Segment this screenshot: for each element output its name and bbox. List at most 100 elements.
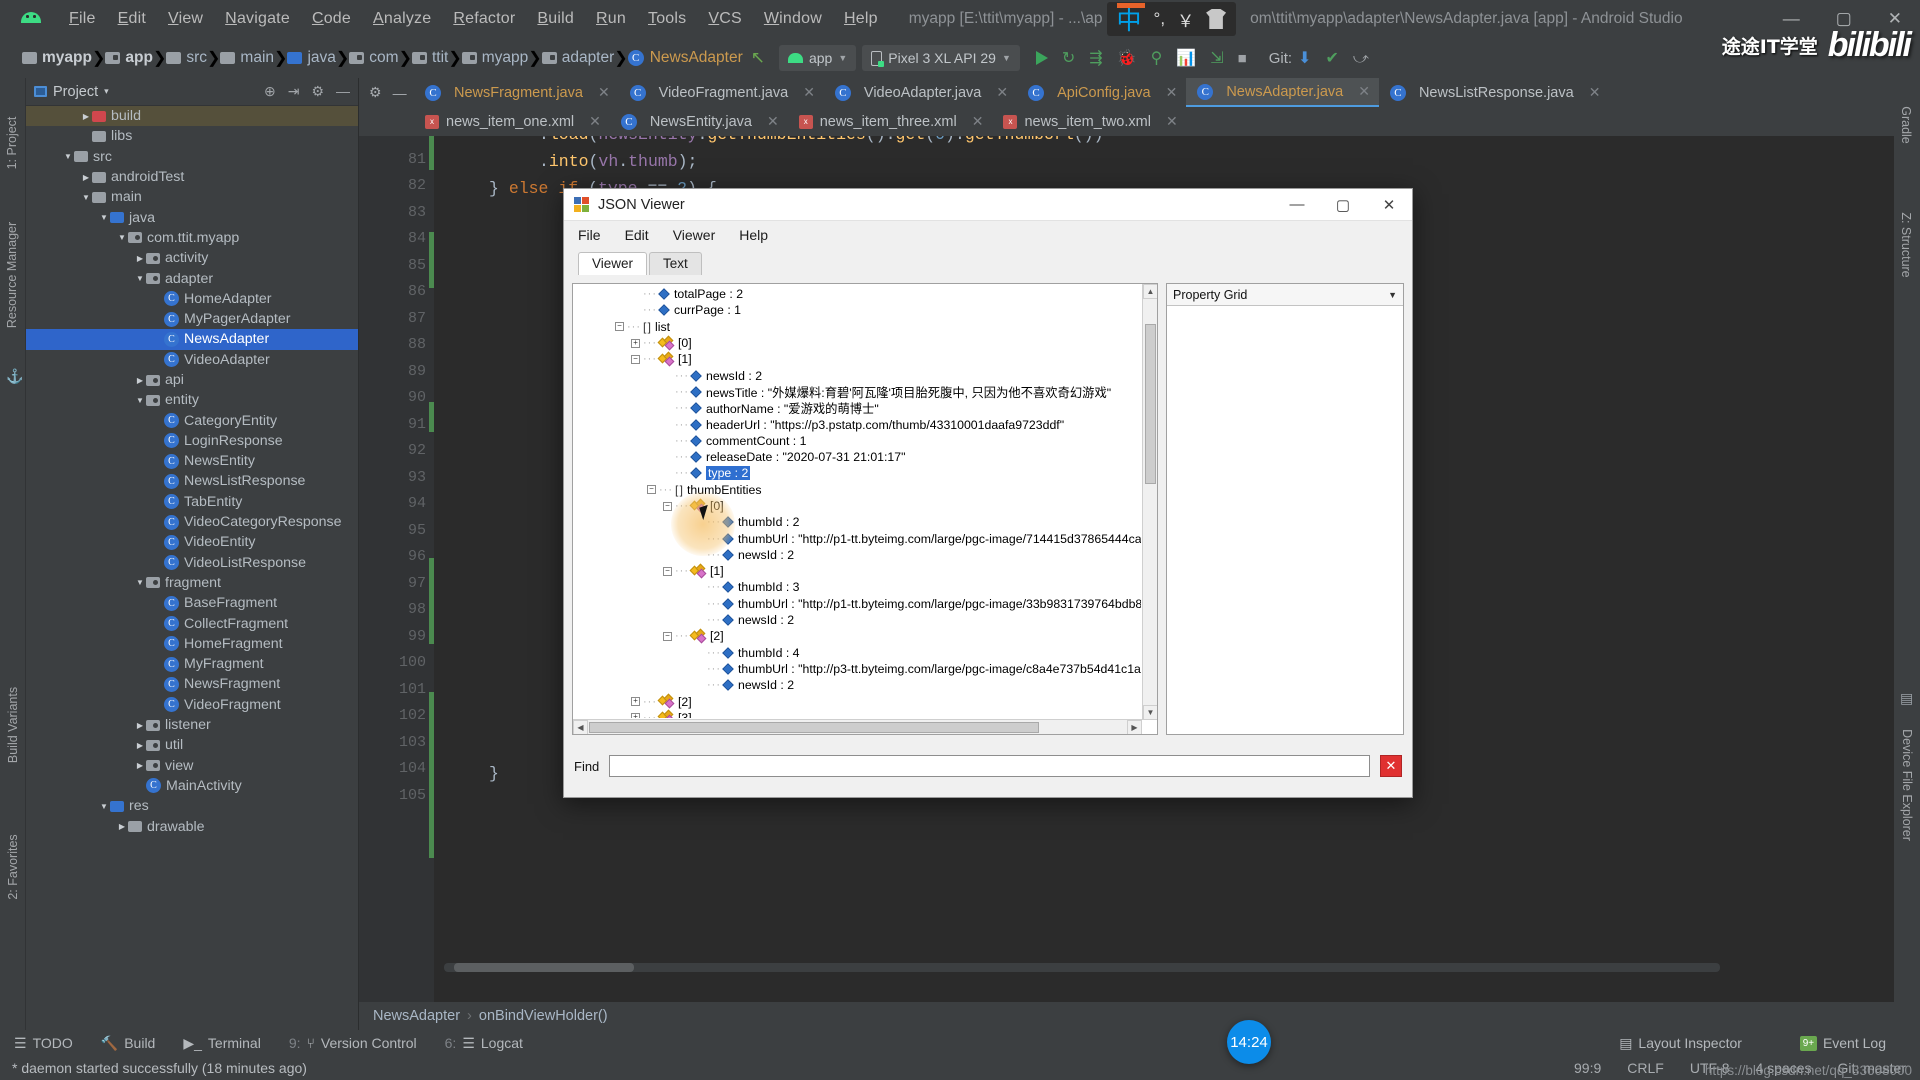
json-tree-row[interactable]: ··· thumbId : 3 <box>573 579 1141 595</box>
collapse-icon[interactable]: − <box>647 485 656 495</box>
project-tree-item-view[interactable]: ▶ view <box>26 756 358 776</box>
json-tree-row[interactable]: ··· newsId : 2 <box>573 677 1141 693</box>
json-tree-row[interactable]: ··· thumbUrl : "http://p3-tt.byteimg.com/… <box>573 661 1141 677</box>
json-tree-row[interactable]: ··· currPage : 1 <box>573 302 1141 318</box>
dialog-close-button[interactable]: ✕ <box>1366 189 1412 221</box>
editor-tab-news_item_two-xml[interactable]: x news_item_two.xml ✕ <box>992 107 1186 136</box>
git-update-icon[interactable]: ⬇ <box>1298 48 1311 68</box>
breadcrumb-item-java[interactable]: java <box>287 49 336 67</box>
json-tree-row[interactable]: ··· authorName : "爱游戏的萌博士" <box>573 400 1141 416</box>
scroll-right-icon[interactable]: ▶ <box>1127 720 1142 734</box>
collapse-icon[interactable]: − <box>631 354 640 364</box>
editor-tab-newslistresponse-java[interactable]: C NewsListResponse.java ✕ <box>1379 78 1609 107</box>
chevron-down-icon[interactable]: ▼ <box>1388 290 1397 300</box>
chevron-right-icon[interactable]: ▶ <box>116 822 128 831</box>
editor-tab-row-2[interactable]: x news_item_one.xml ✕ C NewsEntity.java ✕ x new… <box>359 107 1920 136</box>
menu-window[interactable]: Window <box>753 8 833 30</box>
json-tree-row[interactable]: − ··· [1] <box>573 351 1141 367</box>
editor-tab-news_item_one-xml[interactable]: x news_item_one.xml ✕ <box>414 107 610 136</box>
locate-icon[interactable]: ⊕ <box>264 83 276 100</box>
project-tree-item-androidtest[interactable]: ▶ androidTest <box>26 167 358 187</box>
close-tab-icon[interactable]: ✕ <box>598 84 610 101</box>
line-separator[interactable]: CRLF <box>1627 1060 1664 1076</box>
dialog-tab-bar[interactable]: Viewer Text <box>564 249 1412 275</box>
json-tree-row[interactable]: − ··· [2] <box>573 628 1141 644</box>
chevron-right-icon[interactable]: ▶ <box>134 741 146 750</box>
project-tree-item-main[interactable]: ▼ main <box>26 187 358 207</box>
menu-code[interactable]: Code <box>301 8 362 30</box>
close-tab-icon[interactable]: ✕ <box>1589 84 1601 101</box>
menu-navigate[interactable]: Navigate <box>214 8 301 30</box>
json-tree-row[interactable]: ··· thumbUrl : "http://p1-tt.byteimg.com/… <box>573 530 1141 546</box>
dialog-tab-text[interactable]: Text <box>649 252 702 275</box>
project-tree-item-adapter[interactable]: ▼ adapter <box>26 268 358 288</box>
project-tree-item-myfragment[interactable]: C MyFragment <box>26 654 358 674</box>
json-tree-row[interactable]: ··· totalPage : 2 <box>573 286 1141 302</box>
chevron-right-icon[interactable]: ▶ <box>134 721 146 730</box>
project-tree-item-collectfragment[interactable]: C CollectFragment <box>26 613 358 633</box>
chevron-down-icon[interactable]: ▼ <box>134 578 146 587</box>
chevron-down-icon[interactable]: ▼ <box>62 152 74 161</box>
breadcrumb-item-myapp[interactable]: myapp <box>22 49 92 67</box>
chevron-right-icon[interactable]: ▶ <box>134 761 146 770</box>
find-row[interactable]: Find ✕ <box>574 753 1402 779</box>
bottom-tab-terminal[interactable]: ▶_ Terminal <box>169 1035 274 1052</box>
dialog-menu-help[interactable]: Help <box>739 227 768 243</box>
project-tree-item-videolistresponse[interactable]: C VideoListResponse <box>26 553 358 573</box>
breadcrumb-item-com[interactable]: com <box>349 49 399 67</box>
json-tree-row[interactable]: − ··· [1] <box>573 563 1141 579</box>
module-selector[interactable]: app ▼ <box>778 45 857 71</box>
scroll-left-icon[interactable]: ◀ <box>573 720 588 734</box>
json-tree-row[interactable]: − ···[ ] thumbEntities <box>573 482 1141 498</box>
expand-icon[interactable]: + <box>631 713 640 718</box>
json-tree-row[interactable]: + ··· [3] <box>573 709 1141 718</box>
dialog-maximize-button[interactable]: ▢ <box>1320 189 1366 221</box>
device-explorer-icon[interactable]: ▤ <box>1900 690 1913 707</box>
git-history-icon[interactable]: ⤻ <box>1353 50 1369 67</box>
chevron-down-icon[interactable]: ▾ <box>104 86 109 97</box>
json-tree[interactable]: ··· totalPage : 2 ··· currPage : 1− ···[ ] li… <box>573 286 1141 718</box>
project-tree-item-util[interactable]: ▶ util <box>26 735 358 755</box>
close-tab-icon[interactable]: ✕ <box>767 113 779 130</box>
dialog-menu-viewer[interactable]: Viewer <box>673 227 716 243</box>
project-tree-item-homefragment[interactable]: C HomeFragment <box>26 634 358 654</box>
right-tool-stripe[interactable]: Gradle Z: Structure ▤ Device File Explor… <box>1894 78 1920 1030</box>
project-tree-item-mainactivity[interactable]: C MainActivity <box>26 776 358 796</box>
gear-icon[interactable]: ⚙ <box>311 83 324 100</box>
json-tree-row[interactable]: ··· commentCount : 1 <box>573 433 1141 449</box>
dialog-menu-edit[interactable]: Edit <box>625 227 649 243</box>
project-tree-item-loginresponse[interactable]: C LoginResponse <box>26 431 358 451</box>
property-grid-panel[interactable]: Property Grid ▼ <box>1166 283 1404 735</box>
project-tree[interactable]: ▶ build libs ▼ src ▶ androidTest ▼ main ▼ java ▼ com… <box>26 106 358 1030</box>
collapse-icon[interactable]: − <box>663 631 672 641</box>
expand-icon[interactable]: + <box>631 697 640 707</box>
project-tree-item-videofragment[interactable]: C VideoFragment <box>26 695 358 715</box>
project-tree-item-tabentity[interactable]: C TabEntity <box>26 492 358 512</box>
close-tab-icon[interactable]: ✕ <box>589 113 601 130</box>
hide-panel-icon[interactable]: — <box>336 83 350 100</box>
close-tab-icon[interactable]: ✕ <box>996 84 1008 101</box>
chevron-right-icon[interactable]: ▶ <box>80 112 92 121</box>
stripe-favorites-label[interactable]: 2: Favorites <box>6 812 20 922</box>
editor-tab-videoadapter-java[interactable]: C VideoAdapter.java ✕ <box>824 78 1017 107</box>
menu-run[interactable]: Run <box>585 8 637 30</box>
back-arrow-icon[interactable]: ↖ <box>743 48 773 68</box>
dialog-menu-file[interactable]: File <box>578 227 601 243</box>
editor-tab-row-controls[interactable]: ⚙ — <box>359 84 414 101</box>
menu-view[interactable]: View <box>157 8 214 30</box>
scroll-up-icon[interactable]: ▲ <box>1143 284 1157 299</box>
project-tree-item-videocategoryresponse[interactable]: C VideoCategoryResponse <box>26 512 358 532</box>
run-icon[interactable] <box>1035 51 1048 65</box>
menu-edit[interactable]: Edit <box>107 8 157 30</box>
project-tree-item-libs[interactable]: libs <box>26 126 358 146</box>
menu-tools[interactable]: Tools <box>637 8 697 30</box>
json-tree-row[interactable]: ··· releaseDate : "2020-07-31 21:01:17" <box>573 449 1141 465</box>
bottom-tool-bar[interactable]: ☰ TODO 🔨 Build ▶_ Terminal 9: ⑂ Version Control 6… <box>0 1030 1920 1056</box>
json-tree-row[interactable]: ··· thumbId : 2 <box>573 514 1141 530</box>
json-tree-row[interactable]: ··· thumbId : 4 <box>573 645 1141 661</box>
run-toolbar[interactable]: ↻ ⇶ 🐞 ⚲ 📊 ⇲ ■ <box>1035 48 1247 68</box>
json-tree-row[interactable]: ··· newsTitle : "外媒爆料:育碧'阿瓦隆'项目胎死腹中, 只因为他… <box>573 384 1141 400</box>
chevron-down-icon[interactable]: ▼ <box>116 233 128 242</box>
stripe-project-label[interactable]: 1: Project <box>5 107 19 179</box>
bottom-tab-logcat[interactable]: 6: ☰ Logcat <box>431 1035 537 1052</box>
